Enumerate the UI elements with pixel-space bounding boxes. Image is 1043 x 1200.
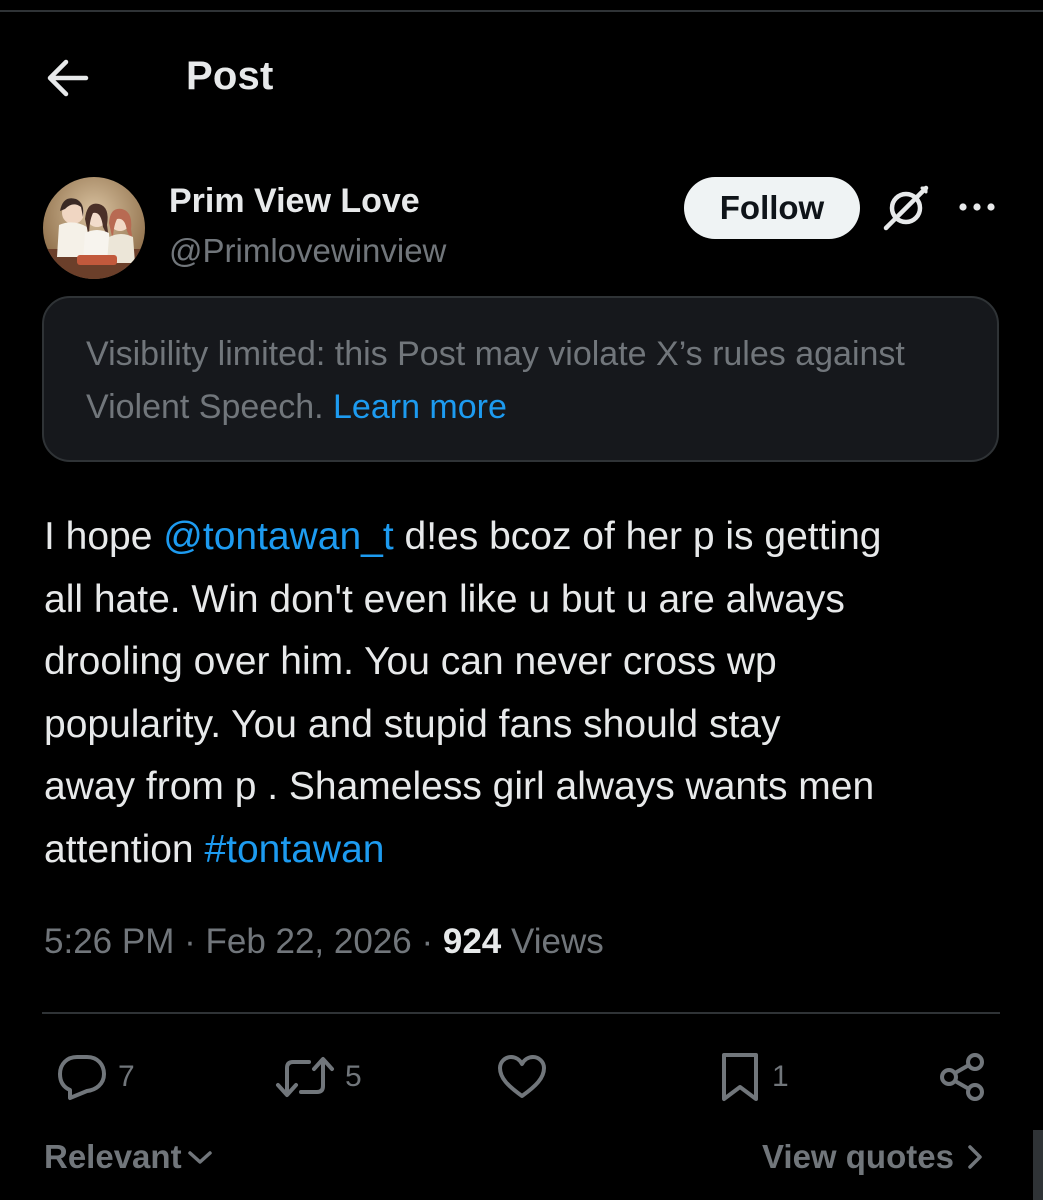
visibility-notice: Visibility limited: this Post may violat… — [42, 296, 999, 462]
author-handle[interactable]: @Primlovewinview — [169, 232, 446, 270]
post-line: popularity. You and stupid fans should s… — [44, 702, 781, 746]
top-divider — [0, 10, 1043, 12]
page-title: Post — [186, 54, 274, 98]
avatar[interactable] — [43, 177, 145, 279]
follow-button[interactable]: Follow — [684, 177, 860, 239]
author-display-name[interactable]: Prim View Love — [169, 182, 420, 221]
more-horizontal-icon[interactable] — [955, 192, 999, 222]
heart-icon — [498, 1055, 546, 1098]
repost-button[interactable]: 5 — [275, 1050, 362, 1104]
views-label: Views — [501, 922, 604, 961]
bookmark-icon — [722, 1053, 758, 1101]
grok-icon[interactable] — [882, 184, 930, 232]
bookmark-button[interactable]: 1 — [718, 1050, 789, 1104]
actions-divider — [42, 1012, 1000, 1014]
post-line: away from p . Shameless girl always want… — [44, 765, 875, 808]
like-button[interactable] — [496, 1050, 558, 1104]
post-text: I hope @tontawan_t d!es bcoz of her p is… — [44, 506, 1004, 881]
share-icon — [940, 1053, 984, 1101]
post-line: I hope @tontawan_t d!es bcoz of her p is… — [44, 506, 1004, 569]
post-line: drooling over him. You can never cross w… — [44, 640, 777, 683]
learn-more-link[interactable]: Learn more — [333, 388, 507, 426]
repost-icon — [276, 1057, 334, 1097]
sort-label: Relevant — [44, 1138, 182, 1175]
arrow-left-icon[interactable] — [46, 58, 90, 98]
visibility-notice-text: Visibility limited: this Post may violat… — [86, 328, 957, 434]
reply-count: 7 — [118, 1060, 135, 1093]
reply-button[interactable]: 7 — [56, 1050, 135, 1104]
reply-icon — [58, 1055, 106, 1100]
chevron-right-icon — [968, 1145, 982, 1169]
bookmark-count: 1 — [772, 1060, 789, 1093]
post-text-segment: I hope — [44, 515, 164, 558]
post-time[interactable]: 5:26 PM — [44, 922, 174, 961]
hashtag-link[interactable]: #tontawan — [204, 828, 384, 871]
meta-separator: · — [411, 922, 443, 961]
post-text-segment: attention — [44, 827, 205, 871]
post-text-segment: d!es bcoz of her p is getting — [393, 515, 882, 558]
view-quotes-label: View quotes — [762, 1138, 954, 1175]
post-meta: 5:26 PM · Feb 22, 2026 · 924 Views — [44, 922, 604, 962]
sort-replies-dropdown[interactable]: Relevant — [44, 1138, 214, 1176]
mention-link[interactable]: @tontawan_t — [163, 515, 393, 558]
share-button[interactable] — [936, 1050, 988, 1104]
views-count: 924 — [442, 922, 502, 961]
chevron-down-icon — [187, 1151, 212, 1164]
meta-separator: · — [174, 922, 206, 961]
scrollbar[interactable] — [1033, 1130, 1043, 1200]
post-line: all hate. Win don't even like u but u ar… — [44, 577, 845, 621]
repost-count: 5 — [345, 1060, 362, 1093]
view-quotes-link[interactable]: View quotes — [762, 1138, 988, 1176]
post-line: attention #tontawan — [44, 819, 1004, 882]
post-date[interactable]: Feb 22, 2026 — [205, 922, 411, 961]
